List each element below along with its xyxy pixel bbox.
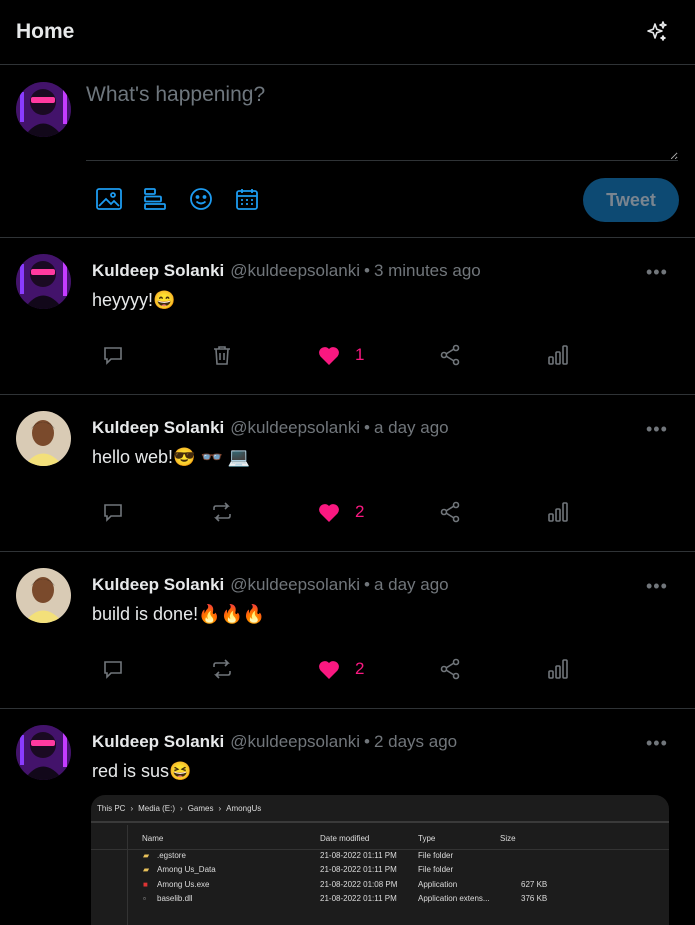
- share-icon[interactable]: [439, 501, 461, 523]
- author-name[interactable]: Kuldeep Solanki: [92, 575, 224, 594]
- author-handle[interactable]: @kuldeepsolanki: [230, 418, 360, 437]
- author-handle[interactable]: @kuldeepsolanki: [230, 261, 360, 280]
- retweet-icon[interactable]: [210, 658, 234, 680]
- tweet-item[interactable]: Kuldeep Solanki @kuldeepsolanki • a day ago…: [0, 552, 695, 709]
- sparkle-icon[interactable]: [645, 20, 669, 44]
- breadcrumb: This PC › Media (E:) › Games › AmongUs: [91, 795, 669, 823]
- like-count: 2: [355, 659, 365, 678]
- file-size: 627 KB: [521, 880, 548, 889]
- avatar[interactable]: [16, 725, 71, 780]
- delete-icon[interactable]: [211, 344, 233, 366]
- column-header: Type: [418, 834, 436, 843]
- file-date: 21-08-2022 01:11 PM: [320, 865, 397, 874]
- avatar[interactable]: [16, 82, 71, 137]
- file-name: Among Us.exe: [157, 880, 210, 889]
- tweet-item[interactable]: Kuldeep Solanki @kuldeepsolanki • a day ago…: [0, 395, 695, 552]
- timestamp: 2 days ago: [373, 732, 458, 751]
- tweet-text: build is done!🔥🔥🔥: [92, 604, 266, 624]
- separator-dot: •: [363, 261, 370, 280]
- file-name: .egstore: [157, 851, 186, 860]
- file-name: Among Us_Data: [157, 865, 216, 874]
- column-header: Size: [500, 834, 516, 843]
- share-icon[interactable]: [439, 344, 461, 366]
- reply-icon[interactable]: [102, 658, 124, 680]
- breadcrumb-item: This PC: [97, 803, 126, 813]
- breadcrumb-item: Games: [187, 803, 214, 813]
- file-date: 21-08-2022 01:08 PM: [320, 880, 398, 889]
- poll-icon[interactable]: [142, 186, 168, 212]
- retweet-icon[interactable]: [210, 501, 234, 523]
- avatar[interactable]: [16, 254, 71, 309]
- tweet-input[interactable]: [86, 83, 678, 161]
- tweet-item[interactable]: Kuldeep Solanki @kuldeepsolanki • 2 days ag…: [0, 709, 695, 925]
- tweet-text: hello web!😎 👓 💻: [92, 447, 251, 467]
- separator-dot: •: [363, 732, 370, 751]
- reply-icon[interactable]: [102, 344, 124, 366]
- column-header: Date modified: [320, 834, 370, 843]
- author-name[interactable]: Kuldeep Solanki: [92, 418, 224, 437]
- like-count: 2: [355, 502, 365, 521]
- avatar[interactable]: [16, 568, 71, 623]
- avatar[interactable]: [16, 411, 71, 466]
- like-button[interactable]: 1: [317, 344, 364, 366]
- tweet-image-attachment[interactable]: This PC › Media (E:) › Games › AmongUs Name…: [91, 795, 669, 925]
- author-name[interactable]: Kuldeep Solanki: [92, 732, 224, 751]
- file-type: Application: [418, 880, 458, 889]
- emoji-icon[interactable]: [188, 186, 214, 212]
- schedule-icon[interactable]: [234, 186, 260, 212]
- breadcrumb-item: Media (E:): [138, 803, 176, 813]
- tweet-text: heyyyy!😄: [92, 290, 176, 310]
- heart-icon: [319, 347, 339, 365]
- tweet-button[interactable]: Tweet: [583, 178, 679, 222]
- file-type: File folder: [418, 865, 454, 874]
- column-header-row: Name Date modified Type Size: [91, 829, 669, 850]
- tweet-text: red is sus😆: [92, 761, 192, 781]
- separator-dot: •: [363, 575, 370, 594]
- file-row: ▰ Among Us_Data 21-08-2022 01:11 PM File…: [143, 865, 454, 874]
- like-count: 1: [355, 345, 365, 364]
- page-title: Home: [16, 20, 75, 43]
- reply-icon[interactable]: [102, 501, 124, 523]
- breadcrumb-item: AmongUs: [226, 803, 262, 813]
- share-icon[interactable]: [439, 658, 461, 680]
- analytics-icon[interactable]: [547, 501, 569, 523]
- author-handle[interactable]: @kuldeepsolanki: [230, 732, 360, 751]
- more-options-icon[interactable]: •••: [646, 576, 668, 597]
- tweet-item[interactable]: Kuldeep Solanki @kuldeepsolanki • 3 minutes…: [0, 238, 695, 395]
- analytics-icon[interactable]: [547, 658, 569, 680]
- separator-dot: •: [363, 418, 370, 437]
- analytics-icon[interactable]: [547, 344, 569, 366]
- author-handle[interactable]: @kuldeepsolanki: [230, 575, 360, 594]
- like-button[interactable]: 2: [317, 501, 364, 523]
- page-header: Home: [0, 0, 695, 65]
- tweet-composer: Tweet: [0, 65, 695, 238]
- image-icon[interactable]: [96, 186, 122, 212]
- author-name[interactable]: Kuldeep Solanki: [92, 261, 224, 280]
- more-options-icon[interactable]: •••: [646, 262, 668, 283]
- timestamp: a day ago: [373, 418, 449, 437]
- timestamp: a day ago: [373, 575, 449, 594]
- file-row: ■ Among Us.exe 21-08-2022 01:08 PM Appli…: [143, 880, 548, 889]
- more-options-icon[interactable]: •••: [646, 419, 668, 440]
- timestamp: 3 minutes ago: [373, 261, 481, 280]
- heart-icon: [319, 661, 339, 679]
- file-type: File folder: [418, 851, 454, 860]
- column-header: Name: [142, 834, 164, 843]
- file-date: 21-08-2022 01:11 PM: [320, 851, 397, 860]
- file-row: ▰ .egstore 21-08-2022 01:11 PM File fold…: [143, 851, 454, 860]
- more-options-icon[interactable]: •••: [646, 733, 668, 754]
- like-button[interactable]: 2: [317, 658, 364, 680]
- heart-icon: [319, 504, 339, 522]
